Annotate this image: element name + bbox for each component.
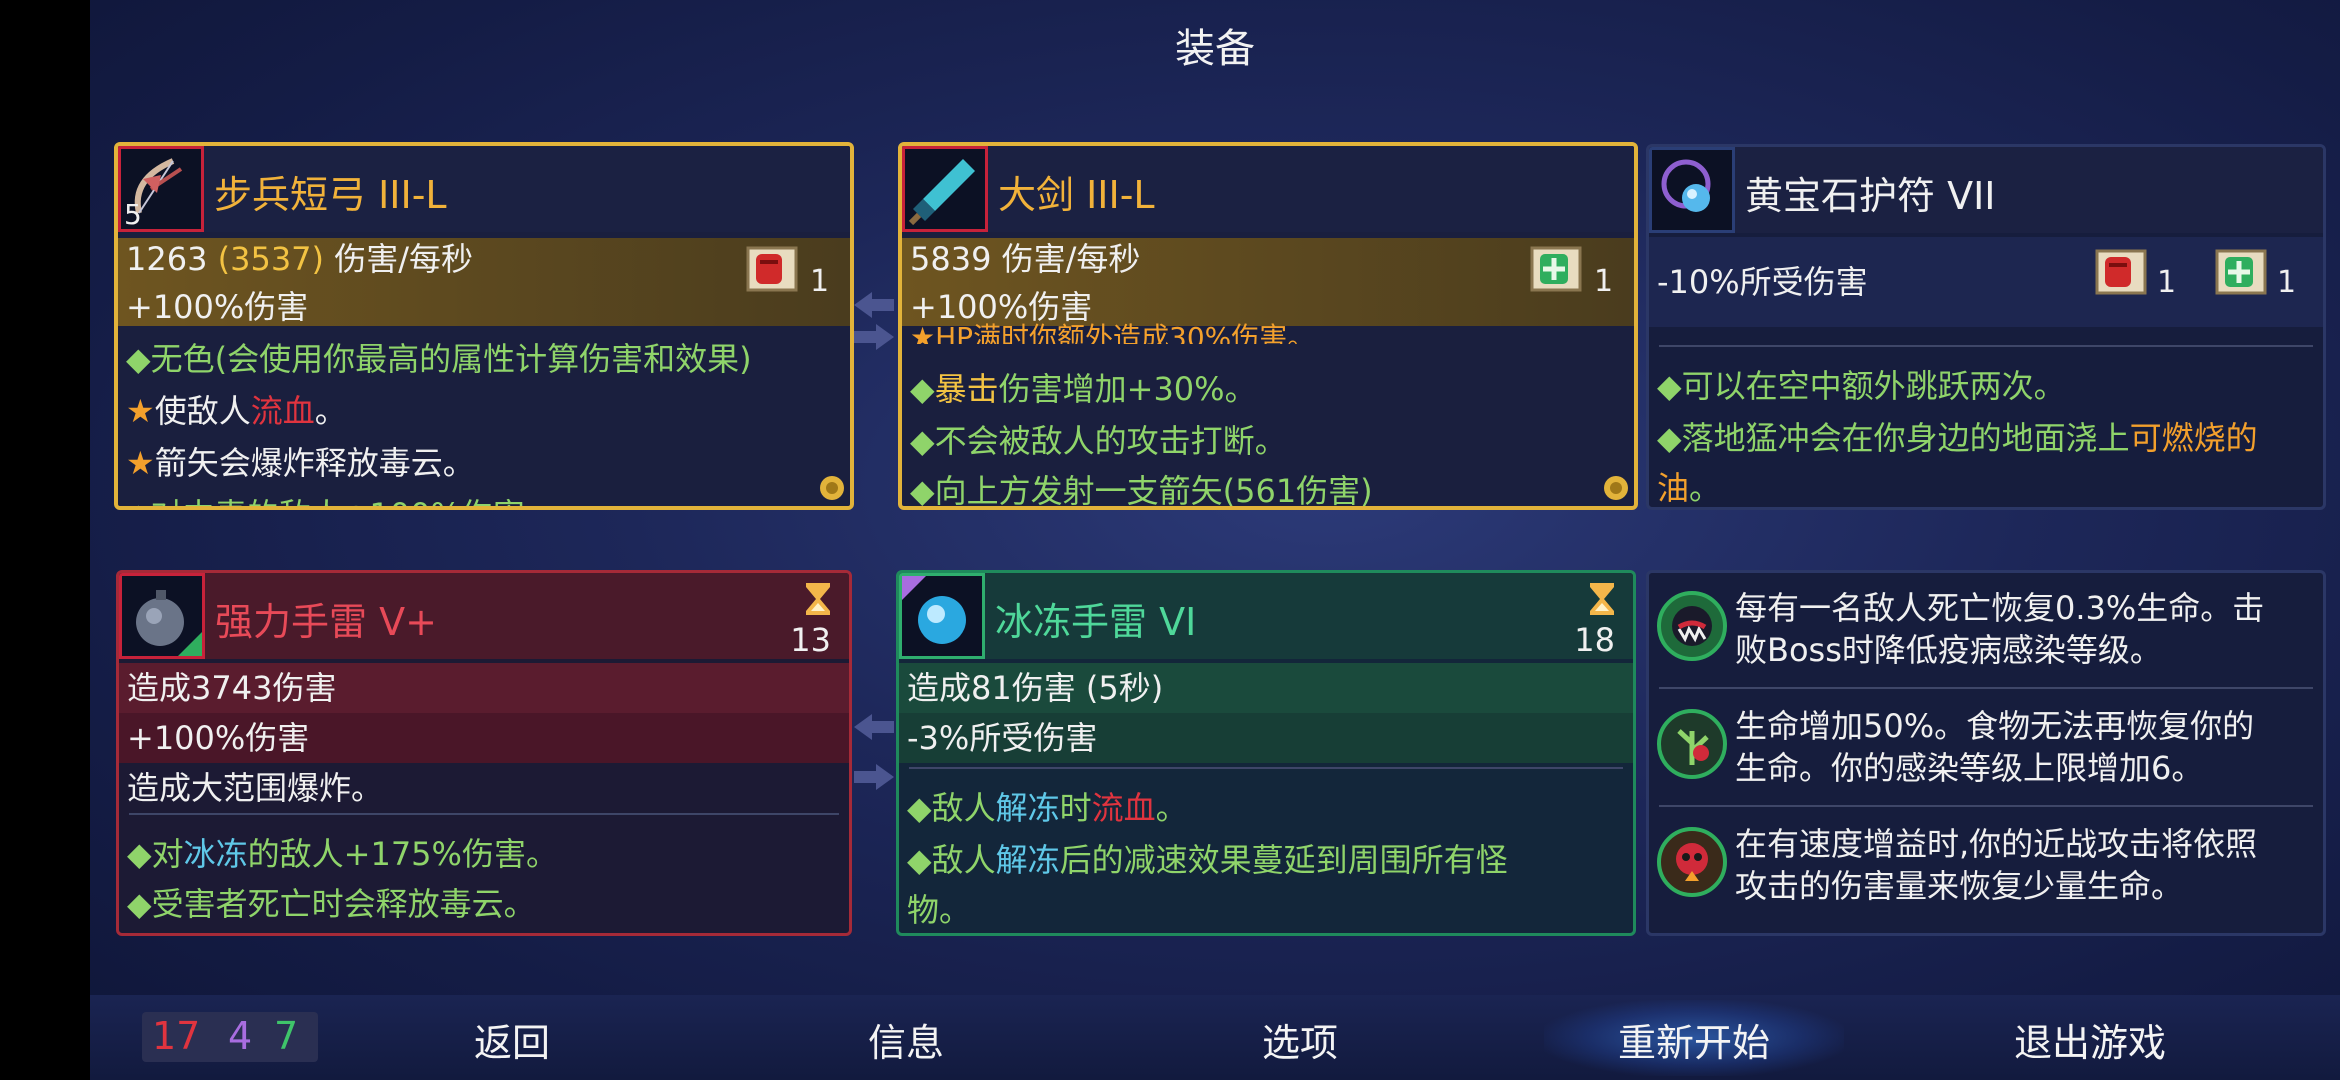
ice-grenade-icon	[899, 573, 985, 659]
swap-arrow-left-icon[interactable]	[852, 290, 896, 320]
divider	[1659, 345, 2313, 347]
skill-cooldown: 18	[1574, 621, 1615, 659]
brutality-stat: 17	[152, 1014, 201, 1058]
amulet-effect-2: ◆落地猛冲会在你身边的地面浇上可燃烧的	[1657, 419, 2258, 457]
skill-effect-1: ◆对冰冻的敌人+175%伤害。	[127, 835, 558, 873]
skill-description: 造成大范围爆炸。	[127, 769, 384, 807]
swap-arrow-left-icon[interactable]	[852, 712, 896, 742]
scroll-count: 1	[2277, 265, 2297, 300]
amulet-effect-2-cont: 油。	[1657, 469, 1722, 507]
divider	[1659, 805, 2313, 807]
scroll-count: 1	[2157, 265, 2177, 300]
weapon-effect-0: ★HP满时你额外造成30%伤害。	[910, 321, 1316, 344]
skill-damage: 造成81伤害 (5秒)	[907, 669, 1164, 707]
skill-card-power-grenade[interactable]: 强力手雷 V+ 13 造成3743伤害 +100%伤害 造成大范围爆炸。 ◆对冰…	[116, 570, 852, 936]
swap-arrow-right-icon[interactable]	[852, 762, 896, 792]
skill-bonus: -3%所受伤害	[907, 719, 1098, 757]
weapon-effect-1: ◆暴击伤害增加+30%。	[910, 370, 1257, 408]
scroll-count: 1	[1594, 264, 1614, 299]
page-title: 装备	[1175, 26, 1255, 72]
mutations-panel: 每有一名敌人死亡恢复0.3%生命。击 败Boss时降低疫病感染等级。 生命增加5…	[1646, 570, 2326, 936]
mutation-row[interactable]: 在有速度增益时,你的近战攻击将依照 攻击的伤害量来恢复少量生命。	[1649, 815, 2323, 911]
hourglass-icon	[1590, 583, 1614, 615]
mutation-description: 生命增加50%。食物无法再恢复你的 生命。你的感染等级上限增加6。	[1735, 707, 2255, 787]
amulet-card[interactable]: 黄宝石护符 VII -10%所受伤害 1 1 ◆可以在空中额外跳跃两次。 ◆落地…	[1646, 144, 2326, 510]
skull-heal-icon	[1657, 827, 1727, 897]
scroll-count: 1	[810, 264, 830, 299]
survival-stat: 7	[274, 1014, 299, 1058]
mutation-description: 在有速度增益时,你的近战攻击将依照 攻击的伤害量来恢复少量生命。	[1735, 825, 2258, 905]
weapon-effect-4: ◆对中毒的敌人+100%伤害	[126, 490, 525, 506]
skill-damage: 造成3743伤害	[127, 669, 337, 707]
amulet-effect-1: ◆可以在空中额外跳跃两次。	[1657, 367, 2066, 405]
greatsword-icon	[902, 146, 988, 232]
weapon-name: 大剑 III-L	[998, 173, 1155, 217]
divider	[1659, 687, 2313, 689]
mutation-row[interactable]: 每有一名敌人死亡恢复0.3%生命。击 败Boss时降低疫病感染等级。	[1649, 579, 2323, 675]
scroll-stats: 17 4 7	[142, 1012, 318, 1062]
skill-card-ice-grenade[interactable]: 冰冻手雷 VI 18 造成81伤害 (5秒) -3%所受伤害 ◆敌人解冻时流血。…	[896, 570, 1636, 936]
weapon-dps: 1263 (3537) 伤害/每秒	[126, 240, 473, 278]
vampire-face-icon	[1657, 591, 1727, 661]
weapon-dps: 5839 伤害/每秒	[910, 240, 1141, 278]
mutation-description: 每有一名敌人死亡恢复0.3%生命。击 败Boss时降低疫病感染等级。	[1735, 589, 2265, 669]
game-screen: 装备 5 步兵短弓 III-L 1263 (3537) 伤害/每秒 +100%伤…	[90, 0, 2340, 1080]
back-button[interactable]: 返回	[362, 1012, 662, 1067]
divider	[129, 813, 839, 815]
amulet-icon	[1649, 147, 1735, 233]
brutality-scroll-icon	[2095, 249, 2147, 295]
hourglass-icon	[806, 583, 830, 615]
survival-scroll-icon	[2215, 249, 2267, 295]
divider	[909, 767, 1623, 769]
tactics-stat: 4	[228, 1014, 253, 1058]
skill-effect-2: ◆受害者死亡时会释放毒云。	[127, 885, 536, 923]
weapon-effect-2: ◆不会被敌人的攻击打断。	[910, 422, 1287, 460]
weapon-bonus: +100%伤害	[126, 288, 309, 326]
weapon-effect-3: ★箭矢会爆炸释放毒云。	[126, 444, 475, 482]
skill-bonus: +100%伤害	[127, 719, 310, 757]
skill-cooldown: 13	[790, 621, 831, 659]
skill-name: 强力手雷 V+	[215, 600, 437, 644]
swap-arrow-right-icon[interactable]	[852, 322, 896, 352]
skill-name: 冰冻手雷 VI	[995, 600, 1197, 644]
weapon-card-greatsword[interactable]: 大剑 III-L 5839 伤害/每秒 +100%伤害 1 ★HP满时你额外造成…	[898, 142, 1638, 510]
weapon-effect-3: ◆向上方发射一支箭矢(561伤害)	[910, 472, 1373, 510]
skill-effect-2-cont: 物。	[907, 891, 972, 929]
plant-mutation-icon	[1657, 709, 1727, 779]
gold-corner-ornament	[820, 476, 844, 500]
options-button[interactable]: 选项	[1150, 1012, 1450, 1067]
restart-button[interactable]: 重新开始	[1544, 1012, 1844, 1067]
skill-effect-2: ◆敌人解冻后的减速效果蔓延到周围所有怪	[907, 841, 1508, 879]
amulet-name: 黄宝石护符 VII	[1745, 174, 1996, 218]
grenade-icon	[119, 573, 205, 659]
mutation-row[interactable]: 生命增加50%。食物无法再恢复你的 生命。你的感染等级上限增加6。	[1649, 697, 2323, 793]
weapon-card-bow[interactable]: 5 步兵短弓 III-L 1263 (3537) 伤害/每秒 +100%伤害 1…	[114, 142, 854, 510]
quit-game-button[interactable]: 退出游戏	[1940, 1012, 2240, 1067]
amulet-stat: -10%所受伤害	[1657, 263, 1868, 301]
survival-scroll-icon	[1530, 246, 1582, 292]
skill-effect-1: ◆敌人解冻时流血。	[907, 789, 1188, 827]
brutality-scroll-icon	[746, 246, 798, 292]
weapon-effect-1: ◆无色(会使用你最高的属性计算伤害和效果)	[126, 340, 752, 378]
gold-corner-ornament	[1604, 476, 1628, 500]
weapon-effect-2: ★使敌人流血。	[126, 392, 347, 430]
weapon-name: 步兵短弓 III-L	[214, 173, 447, 217]
weapon-level: 5	[124, 198, 142, 231]
info-button[interactable]: 信息	[756, 1012, 1056, 1067]
